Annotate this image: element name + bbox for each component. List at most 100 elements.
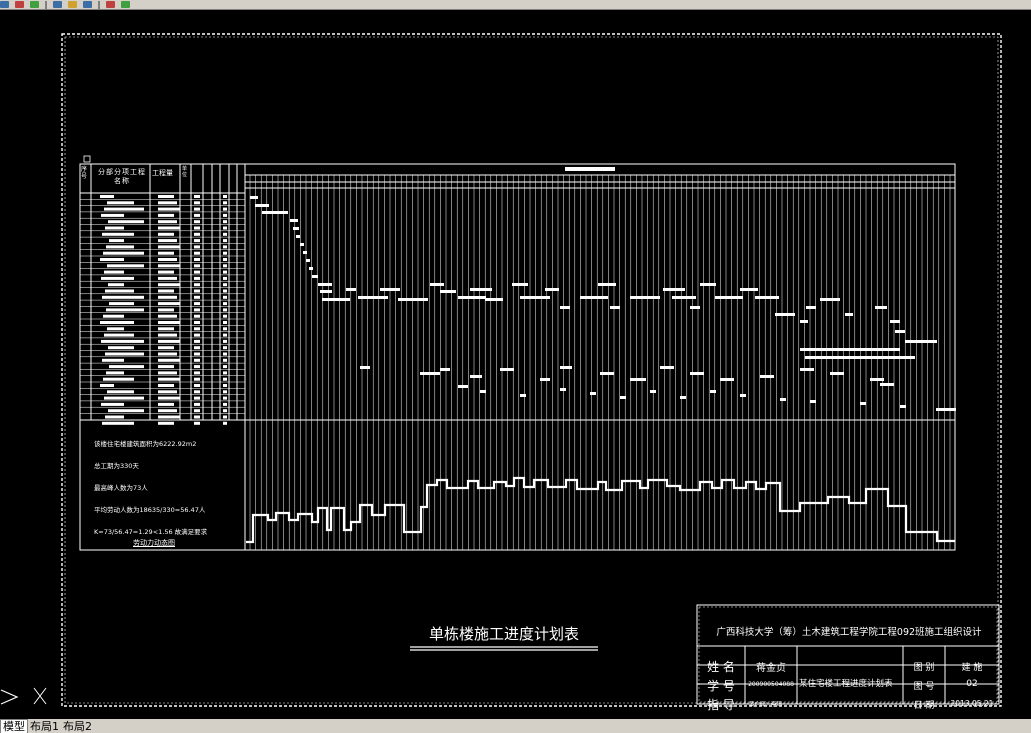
gantt-bar [880, 383, 894, 386]
duration-block [194, 289, 200, 293]
undo-icon[interactable] [15, 1, 24, 8]
gantt-bar [830, 372, 844, 375]
gantt-bar [630, 378, 646, 381]
table-header-quantity: 工程量 [152, 169, 173, 177]
gantt-bar [890, 320, 900, 323]
crew-block [223, 302, 227, 306]
task-name-block [100, 258, 124, 261]
title-block-school: 广西科技大学（筹）土木建筑工程学院工程092班施工组织设计 [716, 627, 982, 638]
quantity-block [158, 264, 180, 268]
duration-block [194, 321, 200, 324]
gantt-bar [740, 394, 746, 397]
crew-block [223, 207, 227, 211]
gantt-bar [760, 375, 774, 378]
quantity-block [158, 232, 174, 236]
task-name-block [109, 302, 134, 306]
gantt-bar [380, 288, 400, 291]
crew-block [223, 421, 227, 425]
quantity-block [158, 352, 177, 356]
crew-block [223, 201, 227, 205]
gantt-bar [458, 296, 486, 299]
crew-block [223, 245, 227, 249]
project-info: 该楼住宅楼建筑面积为6222.92m2 总工期为330天 最高峰人数为73人 平… [94, 438, 244, 536]
gantt-bar [800, 368, 814, 371]
advisor-label: 指 导 [707, 698, 735, 712]
task-name-cells [100, 195, 227, 425]
task-name-block [106, 308, 144, 312]
category-label: 图 别 [913, 663, 935, 673]
crew-block [223, 415, 227, 419]
gantt-bar [320, 290, 332, 293]
task-name-block [101, 213, 124, 217]
gantt-bar [650, 390, 656, 393]
task-name-block [109, 365, 144, 369]
table-header-item: 分部分项工程名称 [98, 168, 146, 185]
crew-block [223, 390, 227, 394]
number-value: 02 [966, 679, 978, 689]
table-header-unit: 单位 [182, 166, 188, 178]
drawing-name: 某住宅楼工程进度计划表 [799, 679, 893, 689]
quantity-block [158, 390, 177, 394]
crew-block [223, 258, 227, 261]
gantt-bar [560, 388, 566, 391]
info-line: 最高峰人数为73人 [94, 484, 148, 492]
crew-block [223, 270, 227, 274]
ucs-icon [0, 687, 47, 705]
quantity-block [158, 245, 180, 249]
quantity-block [158, 371, 177, 375]
table-header-seq: 序号 [81, 166, 88, 180]
task-name-block [102, 421, 134, 425]
task-name-block [101, 402, 124, 406]
quantity-block [158, 358, 180, 362]
duration-block [194, 415, 200, 419]
print-icon[interactable] [121, 1, 130, 8]
pan-icon[interactable] [53, 1, 62, 8]
duration-block [194, 239, 200, 243]
duration-block [194, 308, 200, 312]
duration-block [194, 295, 200, 299]
gantt-bar [800, 348, 900, 351]
duration-block [194, 402, 200, 406]
drawing-canvas[interactable]: 序号 分部分项工程名称 工程量 单位 该楼住宅楼建筑面积为6222.92m2 总… [0, 10, 1031, 719]
task-name-block [108, 409, 144, 413]
date-label: 日 期 [913, 701, 935, 711]
tab-layout2[interactable]: 布局2 [61, 720, 94, 733]
duration-block [194, 384, 200, 387]
zoom-icon[interactable] [30, 1, 39, 8]
tab-layout1[interactable]: 布局1 [28, 720, 61, 733]
tab-model[interactable]: 模型 [0, 719, 28, 733]
gantt-bar [875, 306, 887, 309]
id-value: 200900504088 [748, 681, 794, 688]
gantt-bar [905, 340, 937, 343]
task-name-block [106, 245, 134, 249]
task-name-block [107, 390, 134, 394]
duration-block [194, 327, 200, 331]
duration-block [194, 390, 200, 394]
gantt-bar [720, 378, 734, 381]
quantity-block [158, 377, 180, 381]
crew-block [223, 276, 227, 280]
gantt-bar [560, 306, 570, 309]
duration-block [194, 346, 200, 350]
gantt-bar [630, 296, 660, 299]
match-icon[interactable] [106, 1, 115, 8]
gantt-bar [620, 396, 626, 399]
task-name-block [102, 295, 144, 299]
duration-block [194, 245, 200, 249]
crew-block [223, 239, 227, 243]
gantt-bar [860, 402, 866, 405]
crew-block [223, 195, 227, 198]
gantt-bar [936, 408, 956, 411]
crew-block [223, 339, 227, 343]
info-line: 平均劳动人数为18635/330=56.47人 [94, 506, 206, 514]
gantt-bar [800, 320, 808, 323]
quantity-block [158, 402, 174, 406]
layer-icon[interactable] [83, 1, 92, 8]
open-icon[interactable] [0, 1, 9, 8]
properties-icon[interactable] [68, 1, 77, 8]
gantt-bar [293, 227, 299, 230]
category-value: 建 施 [961, 663, 983, 673]
gantt-bar [895, 330, 905, 333]
name-label: 姓 名 [707, 660, 735, 674]
gantt-bar [512, 283, 528, 286]
